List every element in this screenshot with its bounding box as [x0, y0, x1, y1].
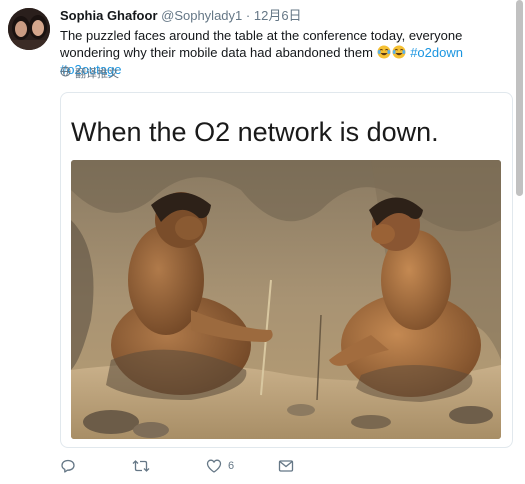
tweet-date[interactable]: 12月6日 [254, 8, 302, 23]
translate-label: 翻译推文 [75, 67, 119, 80]
scrollbar[interactable] [513, 0, 525, 484]
direct-message-icon [278, 458, 294, 474]
retweet-button[interactable] [132, 458, 156, 474]
tweet-actions: 6 [60, 458, 360, 476]
tweet-header: Sophia Ghafoor @Sophylady1 · 12月6日 [60, 8, 302, 24]
like-icon [206, 458, 222, 474]
like-button[interactable]: 6 [206, 458, 234, 474]
hashtag-o2down[interactable]: #o2down [410, 45, 463, 60]
emoji-tears-of-joy-2 [392, 45, 406, 59]
user-handle[interactable]: @Sophylady1 [161, 8, 242, 23]
retweet-icon [132, 458, 150, 474]
media-card[interactable]: When the O2 network is down. [60, 92, 513, 448]
tweet-text: The puzzled faces around the table at th… [60, 27, 515, 78]
meme-photo[interactable] [71, 160, 501, 439]
avatar[interactable] [8, 8, 50, 50]
direct-message-button[interactable] [278, 458, 294, 474]
scrollbar-thumb[interactable] [516, 0, 523, 196]
avatar-photo [8, 8, 50, 50]
reply-button[interactable] [60, 458, 82, 474]
like-count: 6 [228, 460, 235, 472]
meme-caption: When the O2 network is down. [71, 117, 439, 147]
emoji-tears-of-joy-1 [377, 45, 391, 59]
globe-icon [60, 66, 71, 81]
reply-icon [60, 458, 76, 474]
header-separator: · [245, 8, 251, 23]
cavemen-diorama-image [71, 160, 501, 439]
tweet: Sophia Ghafoor @Sophylady1 · 12月6日 The p… [0, 0, 525, 484]
display-name[interactable]: Sophia Ghafoor [60, 8, 158, 23]
translate-tweet[interactable]: 翻译推文 [60, 66, 119, 81]
